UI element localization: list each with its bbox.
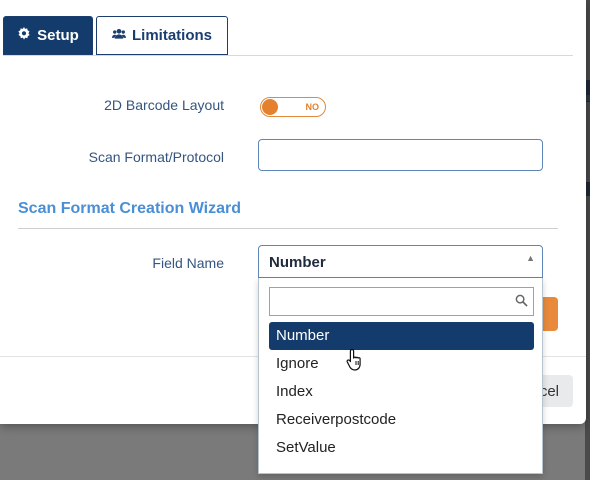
tab-bar: Setup Limitations (3, 16, 573, 56)
field-name-selected-value: Number (269, 254, 326, 271)
hand-pointer-icon (346, 348, 364, 372)
gear-icon (17, 26, 31, 45)
field-name-select[interactable]: Number ▲ (258, 245, 543, 278)
users-icon (111, 27, 126, 45)
scan-format-input[interactable] (258, 139, 543, 171)
tab-limitations-label: Limitations (131, 27, 212, 44)
section-divider (18, 228, 558, 229)
scan-format-label: Scan Format/Protocol (88, 149, 224, 165)
tab-setup[interactable]: Setup (3, 16, 93, 55)
wizard-section-title: Scan Format Creation Wizard (18, 200, 242, 217)
dropdown-search-input[interactable] (269, 287, 534, 316)
tab-limitations[interactable]: Limitations (96, 16, 228, 55)
dropdown-option[interactable]: Ignore (269, 350, 534, 378)
toggle-state-text: NO (305, 102, 320, 112)
dropdown-option[interactable]: Receiverpostcode (269, 406, 534, 434)
dropdown-option[interactable]: Number (269, 322, 534, 350)
barcode-layout-toggle[interactable]: NO (260, 97, 326, 117)
tab-setup-label: Setup (37, 27, 79, 44)
field-name-label: Field Name (152, 255, 224, 271)
field-name-dropdown: Number Ignore Index Receiverpostcode Set… (258, 278, 543, 474)
toggle-knob (262, 99, 278, 115)
caret-up-icon: ▲ (526, 253, 535, 263)
dropdown-option[interactable]: SetValue (269, 434, 534, 462)
barcode-layout-label: 2D Barcode Layout (104, 97, 224, 113)
dropdown-option[interactable]: Index (269, 378, 534, 406)
